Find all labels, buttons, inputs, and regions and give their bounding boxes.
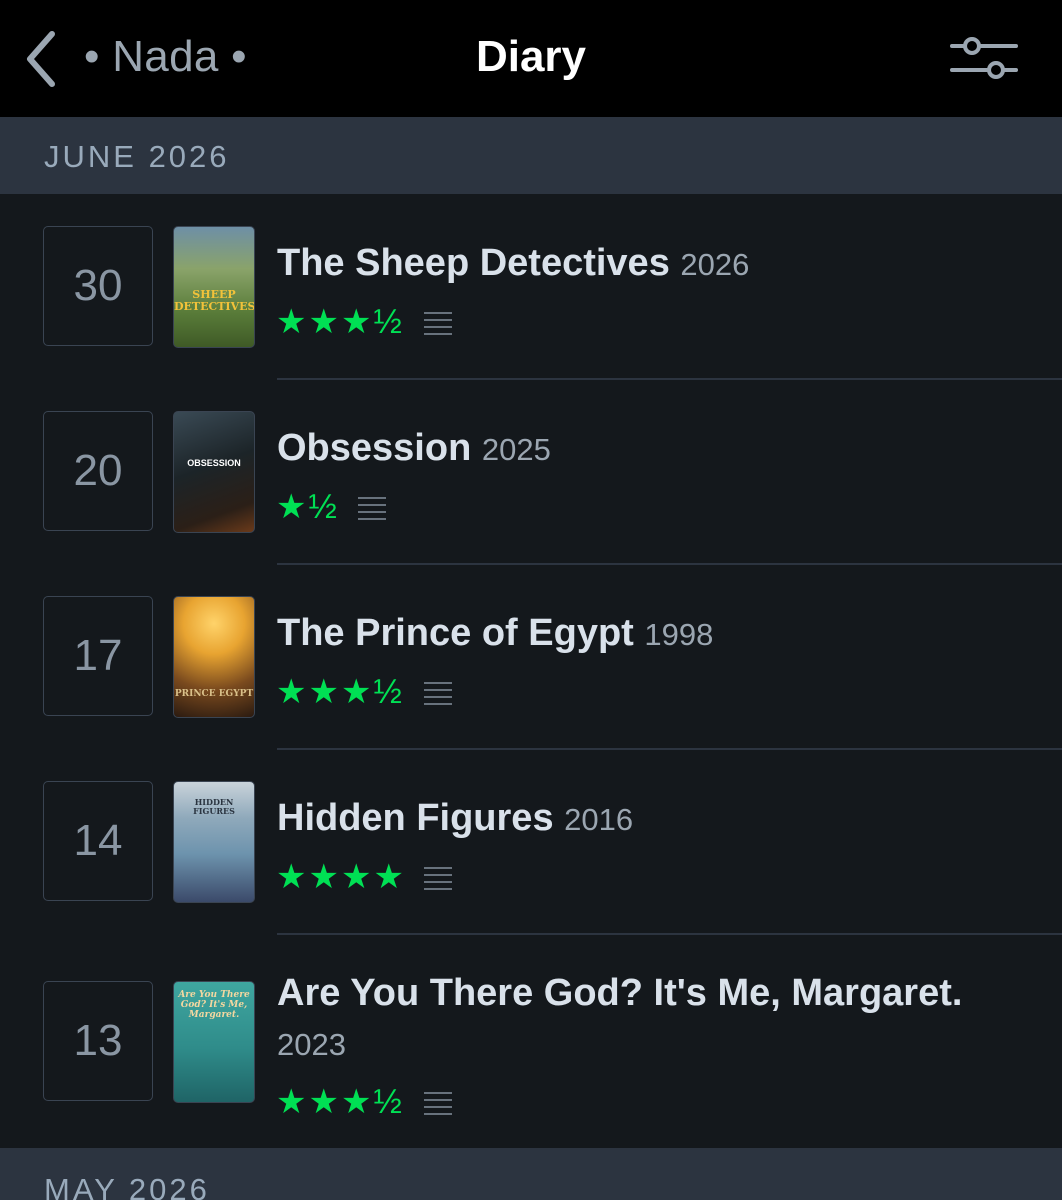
- poster-title: PRINCE EGYPT: [174, 689, 254, 699]
- diary-entry[interactable]: 14 HIDDEN FIGURES Hidden Figures 2016 ★★…: [0, 749, 1062, 935]
- film-year: 2025: [481, 432, 551, 467]
- top-bar: • Nada • Diary: [0, 0, 1062, 117]
- entry-day: 14: [43, 781, 153, 901]
- film-year: 2026: [680, 247, 750, 282]
- film-poster[interactable]: PRINCE EGYPT: [173, 596, 255, 718]
- film-poster[interactable]: Are You There God? It's Me, Margaret.: [173, 981, 255, 1103]
- star-rating: ★½: [276, 488, 339, 526]
- film-title: Are You There God? It's Me, Margaret.: [277, 972, 963, 1014]
- month-label: MAY 2026: [44, 1172, 210, 1200]
- film-title-line[interactable]: Obsession 2025: [277, 423, 1037, 475]
- film-title: The Sheep Detectives: [277, 242, 670, 284]
- film-year: 1998: [644, 617, 714, 652]
- diary-entry[interactable]: 13 Are You There God? It's Me, Margaret.…: [0, 934, 1062, 1148]
- film-title-line[interactable]: The Prince of Egypt 1998: [277, 608, 1037, 660]
- diary-entry[interactable]: 20 OBSESSION Obsession 2025 ★½: [0, 379, 1062, 565]
- film-title: Hidden Figures: [277, 797, 554, 839]
- poster-title: Are You There God? It's Me, Margaret.: [178, 990, 250, 1020]
- month-header-may: MAY 2026: [0, 1148, 1062, 1200]
- entry-day: 30: [43, 226, 153, 346]
- film-title-line[interactable]: The Sheep Detectives 2026: [277, 238, 1037, 290]
- film-title: Obsession: [277, 427, 472, 469]
- review-lines-icon: [424, 312, 452, 335]
- star-rating: ★★★★: [276, 858, 406, 896]
- film-poster[interactable]: SHEEP DETECTIVES: [173, 226, 255, 348]
- entry-day: 17: [43, 596, 153, 716]
- film-title-line[interactable]: Hidden Figures 2016: [277, 793, 1037, 845]
- film-poster[interactable]: HIDDEN FIGURES: [173, 781, 255, 903]
- month-header-june: JUNE 2026: [0, 117, 1062, 194]
- page-title: Diary: [475, 32, 587, 81]
- poster-title: SHEEP DETECTIVES: [174, 288, 255, 313]
- sliders-icon[interactable]: [948, 34, 1020, 82]
- film-year: 2016: [564, 802, 634, 837]
- film-title-line[interactable]: Are You There God? It's Me, Margaret. 20…: [277, 968, 1037, 1070]
- review-lines-icon: [424, 1092, 452, 1115]
- diary-entry[interactable]: 30 SHEEP DETECTIVES The Sheep Detectives…: [0, 194, 1062, 380]
- star-rating: ★★★½: [276, 673, 404, 711]
- review-lines-icon: [424, 867, 452, 890]
- star-rating: ★★★½: [276, 303, 404, 341]
- star-rating: ★★★½: [276, 1083, 404, 1121]
- film-year: 2023: [277, 1027, 346, 1062]
- diary-entry[interactable]: 17 PRINCE EGYPT The Prince of Egypt 1998…: [0, 564, 1062, 750]
- entry-day: 20: [43, 411, 153, 531]
- poster-title: OBSESSION: [187, 458, 241, 468]
- film-title: The Prince of Egypt: [277, 612, 634, 654]
- entry-day: 13: [43, 981, 153, 1101]
- review-lines-icon: [358, 497, 386, 520]
- poster-title: HIDDEN FIGURES: [193, 797, 235, 816]
- review-lines-icon: [424, 682, 452, 705]
- film-poster[interactable]: OBSESSION: [173, 411, 255, 533]
- month-label: JUNE 2026: [44, 139, 230, 174]
